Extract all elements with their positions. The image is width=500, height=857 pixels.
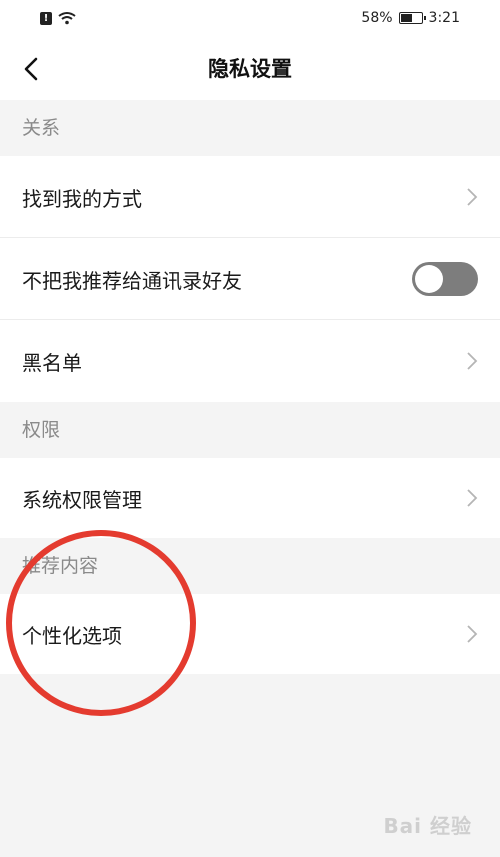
battery-icon [398, 12, 426, 24]
chevron-right-icon [467, 625, 478, 643]
row-label: 黑名单 [22, 350, 82, 375]
row-blacklist[interactable]: 黑名单 [0, 320, 500, 402]
row-label: 不把我推荐给通讯录好友 [22, 268, 242, 293]
battery-level [400, 14, 412, 22]
status-left: ! [40, 11, 76, 25]
row-system-permissions[interactable]: 系统权限管理 [0, 458, 500, 538]
row-label: 系统权限管理 [22, 487, 142, 512]
app-header: 隐私设置 [0, 38, 500, 100]
section-header-permissions: 权限 [0, 402, 500, 458]
chevron-right-icon [467, 352, 478, 370]
section-header-recommend: 推荐内容 [0, 538, 500, 594]
chevron-right-icon [467, 188, 478, 206]
row-personalization[interactable]: 个性化选项 [0, 594, 500, 674]
watermark: Bai 经验 [383, 814, 472, 838]
row-no-recommend: 不把我推荐给通讯录好友 [0, 238, 500, 320]
battery-percent: 58% [361, 10, 393, 26]
row-label: 个性化选项 [22, 623, 122, 648]
toggle-knob [415, 265, 443, 293]
row-find-me[interactable]: 找到我的方式 [0, 156, 500, 238]
chevron-right-icon [467, 489, 478, 507]
wifi-icon [58, 12, 76, 25]
section-header-relations: 关系 [0, 100, 500, 156]
alert-icon: ! [40, 11, 52, 25]
clock: 3:21 [428, 10, 460, 26]
no-recommend-toggle[interactable] [412, 262, 478, 296]
page-title: 隐私设置 [208, 57, 292, 81]
status-right: 58% 3:21 [361, 10, 460, 26]
row-label: 找到我的方式 [22, 186, 142, 211]
status-bar: ! 58% 3:21 [0, 0, 500, 38]
